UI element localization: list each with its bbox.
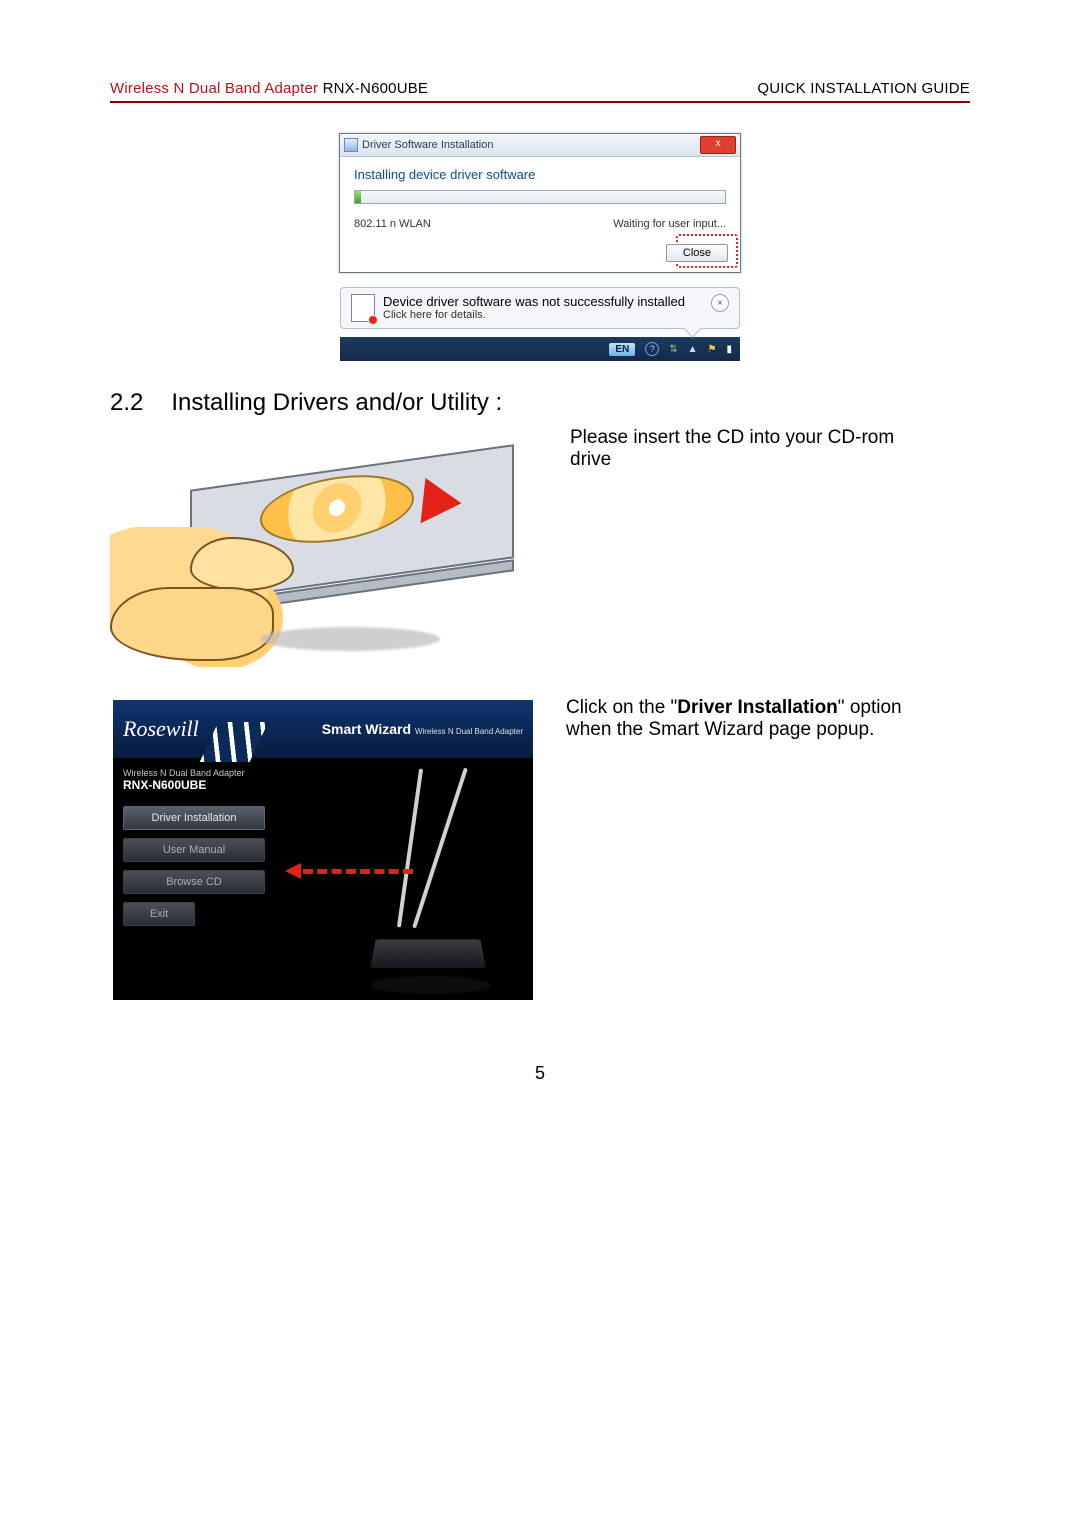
smart-wizard-screenshot: Rosewill Smart Wizard Wireless N Dual Ba… xyxy=(110,697,536,1003)
header-divider xyxy=(110,101,970,103)
dialog-heading: Installing device driver software xyxy=(354,167,726,182)
section-number: 2.2 xyxy=(110,389,143,417)
cd-insert-illustration xyxy=(110,427,540,657)
balloon-title: Device driver software was not successfu… xyxy=(383,294,685,309)
tray-security-icon[interactable]: ⚑ xyxy=(708,344,717,355)
step2-pre: Click on the " xyxy=(566,697,677,718)
dialog-title: Driver Software Installation xyxy=(362,139,493,151)
wizard-product-line1: Wireless N Dual Band Adapter xyxy=(123,768,283,778)
tray-network-icon[interactable]: ⇅ xyxy=(669,344,677,355)
header-product-red: Wireless N Dual Band Adapter xyxy=(110,80,318,97)
page-number: 5 xyxy=(110,1063,970,1084)
wizard-browse-cd-button[interactable]: Browse CD xyxy=(123,870,265,894)
step1-text: Please insert the CD into your CD-rom dr… xyxy=(570,427,910,471)
balloon-close-icon[interactable]: × xyxy=(711,294,729,312)
wizard-product-image xyxy=(293,758,533,1000)
header-product-model: RNX-N600UBE xyxy=(318,80,428,97)
section-title: Installing Drivers and/or Utility : xyxy=(171,389,502,417)
header-right: QUICK INSTALLATION GUIDE xyxy=(757,80,970,97)
driver-install-dialog: Driver Software Installation x Installin… xyxy=(339,133,741,273)
dialog-device-status: Waiting for user input... xyxy=(613,218,726,230)
wizard-highlight-arrow-icon xyxy=(285,865,413,877)
dialog-device-name: 802.11 n WLAN xyxy=(354,218,431,230)
wizard-brand-logo: Rosewill xyxy=(123,716,249,742)
tray-expand-icon[interactable]: ▲ xyxy=(688,344,698,355)
section-heading: 2.2 Installing Drivers and/or Utility : xyxy=(110,389,970,417)
wizard-driver-installation-button[interactable]: Driver Installation xyxy=(123,806,265,830)
wizard-user-manual-button[interactable]: User Manual xyxy=(123,838,265,862)
dialog-close-button[interactable]: x xyxy=(700,136,736,154)
balloon-tail xyxy=(683,319,701,337)
step2-text: Click on the "Driver Installation" optio… xyxy=(566,697,906,741)
page-header: Wireless N Dual Band Adapter RNX-N600UBE… xyxy=(110,80,970,97)
tray-language-indicator[interactable]: EN xyxy=(609,343,635,356)
tray-power-icon[interactable]: ▮ xyxy=(726,344,732,355)
wizard-title: Smart Wizard Wireless N Dual Band Adapte… xyxy=(322,721,523,737)
balloon-subtext: Click here for details. xyxy=(383,309,685,321)
system-tray: EN ? ⇅ ▲ ⚑ ▮ xyxy=(340,337,740,361)
wizard-title-main: Smart Wizard xyxy=(322,721,411,737)
driver-fail-balloon[interactable]: Device driver software was not successfu… xyxy=(340,287,740,329)
wizard-product-line2: RNX-N600UBE xyxy=(123,778,283,792)
dialog-progress-bar xyxy=(354,190,726,204)
wizard-title-sub: Wireless N Dual Band Adapter xyxy=(415,727,523,736)
dialog-app-icon xyxy=(344,138,358,152)
dialog-titlebar: Driver Software Installation x xyxy=(340,134,740,157)
dialog-close-action-button[interactable]: Close xyxy=(666,244,728,262)
tray-help-icon[interactable]: ? xyxy=(645,342,659,356)
balloon-error-icon xyxy=(351,294,375,322)
wizard-exit-button[interactable]: Exit xyxy=(123,902,195,926)
header-left: Wireless N Dual Band Adapter RNX-N600UBE xyxy=(110,80,428,97)
step2-bold: Driver Installation xyxy=(677,697,838,718)
